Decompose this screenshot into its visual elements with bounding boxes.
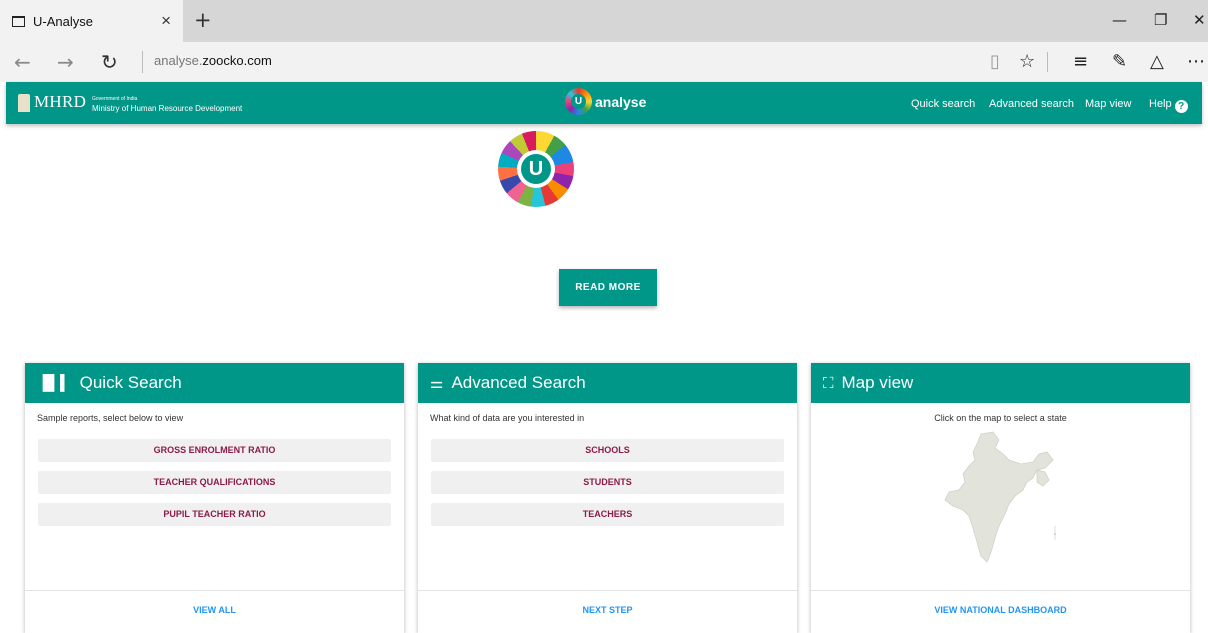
browser-toolbar: ← → ↻ analyse.zoocko.com ▯ ☆ ≡ ✎ △ ⋯ — [0, 42, 1208, 82]
report-teacher-qualifications[interactable]: TEACHER QUALIFICATIONS — [38, 471, 391, 494]
address-separator — [142, 51, 143, 73]
northeast-region[interactable] — [1036, 469, 1050, 487]
site-header: MHRD Government of India Ministry of Hum… — [6, 82, 1202, 124]
map-icon: ⛶ — [823, 374, 834, 392]
view-national-dashboard-link[interactable]: VIEW NATIONAL DASHBOARD — [811, 590, 1190, 615]
nav-help[interactable]: Help? — [1149, 98, 1188, 113]
new-tab-button[interactable]: + — [194, 8, 212, 32]
browser-tab[interactable]: U-Analyse × — [0, 0, 183, 42]
next-step-link[interactable]: NEXT STEP — [418, 590, 797, 615]
bar-chart-icon: ▐▌▍ — [37, 374, 72, 392]
nav-quick-search[interactable]: Quick search — [911, 98, 975, 110]
reading-view-icon[interactable]: ▯ — [990, 51, 1000, 72]
window-close-icon[interactable]: ✕ — [1193, 11, 1206, 29]
data-type-teachers[interactable]: TEACHERS — [431, 503, 784, 526]
ministry-name: Government of India Ministry of Human Re… — [92, 95, 242, 113]
hero-logo: U — [498, 131, 574, 207]
more-icon[interactable]: ⋯ — [1187, 51, 1205, 72]
india-map-shape[interactable] — [944, 431, 1054, 563]
quick-search-header: ▐▌▍ Quick Search — [25, 363, 404, 403]
advanced-search-card: ⚌ Advanced Search What kind of data are … — [418, 363, 797, 633]
address-bar[interactable]: analyse.zoocko.com — [154, 53, 272, 68]
advanced-search-title: Advanced Search — [451, 373, 586, 392]
report-gross-enrolment-ratio[interactable]: GROSS ENROLMENT RATIO — [38, 439, 391, 462]
mhrd-logo: MHRD — [34, 92, 87, 111]
report-pupil-teacher-ratio[interactable]: PUPIL TEACHER RATIO — [38, 503, 391, 526]
map-view-description: Click on the map to select a state — [934, 413, 1067, 423]
tab-title: U-Analyse — [33, 13, 93, 29]
quick-search-title: Quick Search — [79, 373, 182, 392]
refresh-icon[interactable]: ↻ — [101, 50, 118, 74]
data-type-schools[interactable]: SCHOOLS — [431, 439, 784, 462]
brand-name: analyse — [595, 93, 647, 110]
hero-logo-letter: U — [521, 154, 551, 184]
quick-search-description: Sample reports, select below to view — [37, 413, 184, 423]
emblem-icon — [18, 94, 30, 112]
gov-line: Government of India — [92, 96, 138, 102]
map-view-card: ⛶ Map view Click on the map to select a … — [811, 363, 1190, 633]
web-note-icon[interactable]: ✎ — [1112, 51, 1127, 72]
share-icon[interactable]: △ — [1150, 51, 1164, 72]
advanced-search-description: What kind of data are you interested in — [430, 413, 585, 423]
tab-close-icon[interactable]: × — [161, 11, 171, 31]
favorite-star-icon[interactable]: ☆ — [1019, 51, 1035, 72]
u-logo-icon — [565, 88, 592, 115]
hero-logo-ring: U — [517, 150, 555, 188]
data-type-students[interactable]: STUDENTS — [431, 471, 784, 494]
restore-icon[interactable]: ❐ — [1154, 11, 1167, 29]
hub-icon[interactable]: ≡ — [1073, 51, 1088, 72]
india-map[interactable] — [941, 430, 1061, 570]
view-all-link[interactable]: VIEW ALL — [25, 590, 404, 615]
minimize-icon[interactable]: — — [1112, 11, 1127, 29]
advanced-search-header: ⚌ Advanced Search — [418, 363, 797, 403]
url-host: zoocko.com — [202, 53, 272, 68]
toolbar-separator — [1047, 52, 1048, 72]
nav-map-view[interactable]: Map view — [1085, 98, 1131, 110]
ministry-line: Ministry of Human Resource Development — [92, 104, 243, 113]
map-view-title: Map view — [841, 373, 914, 392]
url-domain: analyse. — [154, 53, 203, 68]
tab-page-icon — [12, 15, 25, 27]
nav-help-label: Help — [1149, 98, 1172, 110]
help-icon: ? — [1174, 100, 1188, 113]
map-view-header: ⛶ Map view — [811, 363, 1190, 403]
back-arrow-icon[interactable]: ← — [14, 50, 31, 74]
brand-logo[interactable]: analyse — [565, 88, 646, 115]
sliders-icon: ⚌ — [430, 374, 444, 392]
nav-advanced-search[interactable]: Advanced search — [989, 98, 1074, 110]
read-more-button[interactable]: READ MORE — [559, 269, 657, 306]
browser-tab-bar: U-Analyse × + — ❐ ✕ — [0, 0, 1208, 42]
forward-arrow-icon[interactable]: → — [57, 50, 74, 74]
quick-search-card: ▐▌▍ Quick Search Sample reports, select … — [25, 363, 404, 633]
